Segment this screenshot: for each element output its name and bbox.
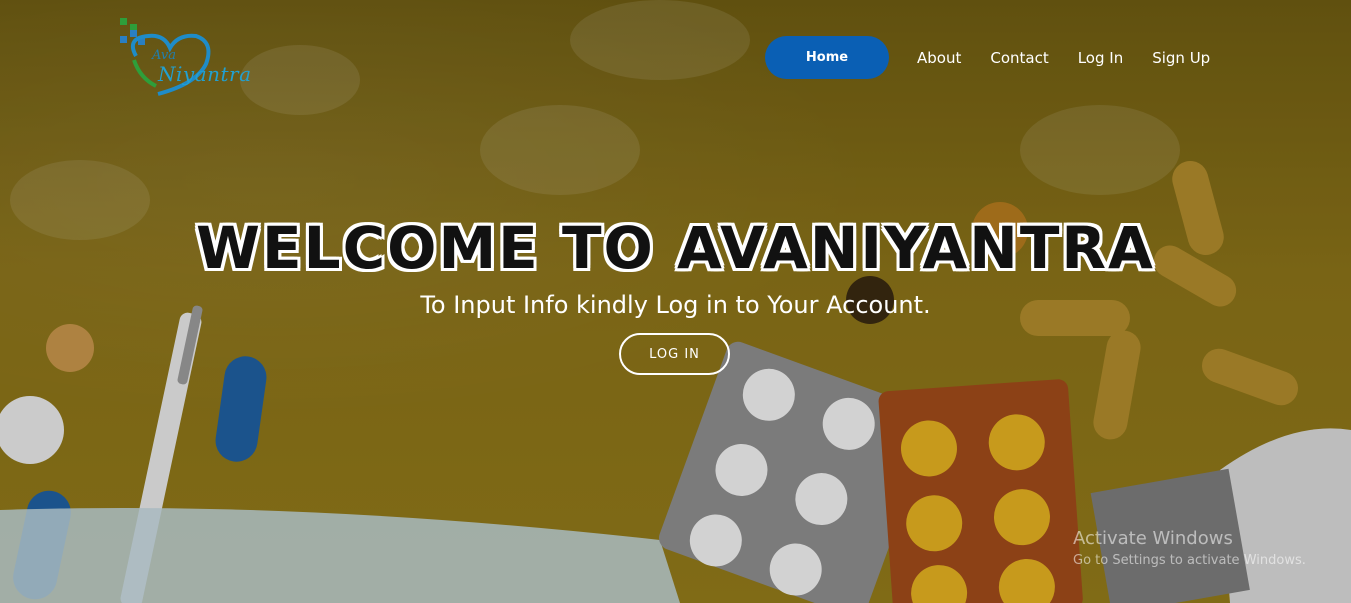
nav-contact-link[interactable]: Contact	[990, 49, 1048, 67]
logo-large-text: Niyantra	[158, 62, 252, 86]
nav-about-link[interactable]: About	[917, 49, 961, 67]
activate-windows-watermark: Activate Windows Go to Settings to activ…	[1073, 528, 1306, 568]
hero-login-button[interactable]: LOG IN	[619, 333, 730, 375]
main-navigation: Home About Contact Log In Sign Up	[765, 36, 1210, 79]
nav-signup-link[interactable]: Sign Up	[1152, 49, 1210, 67]
hero-subtitle: To Input Info kindly Log in to Your Acco…	[420, 291, 931, 319]
nav-home-button[interactable]: Home	[765, 36, 889, 79]
brand-logo[interactable]: Ava Niyantra	[118, 16, 268, 98]
nav-login-link[interactable]: Log In	[1078, 49, 1124, 67]
watermark-subtitle: Go to Settings to activate Windows.	[1073, 553, 1306, 568]
hero-title: WELCOME TO AVANIYANTRA	[196, 214, 1155, 282]
logo-small-text: Ava	[152, 48, 176, 63]
watermark-title: Activate Windows	[1073, 528, 1233, 549]
